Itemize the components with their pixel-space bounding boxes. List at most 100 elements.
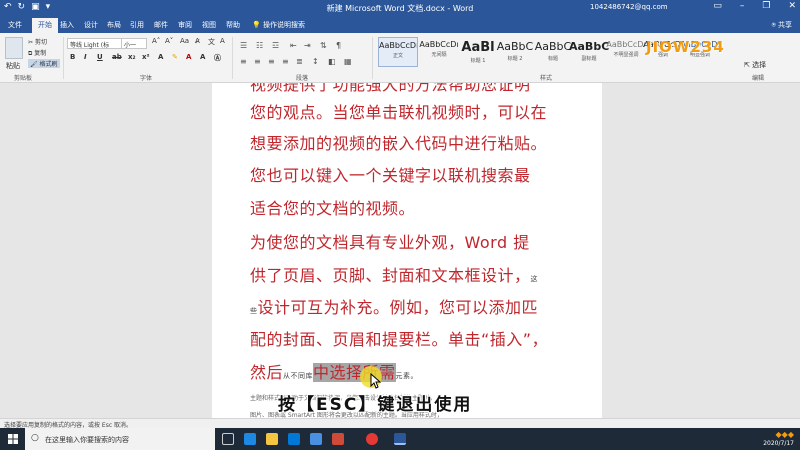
tab-design[interactable]: 设计 [84, 20, 98, 30]
windows-start-icon[interactable] [8, 434, 18, 444]
style-heading-2[interactable]: AaBbC 标题 2 [495, 37, 535, 67]
style-name: 标题 [547, 56, 558, 62]
style-subtle-emphasis[interactable]: AaBbCcDı 不明显强调 [606, 37, 646, 67]
style-sample: AaBbC [496, 40, 534, 53]
bold-icon[interactable]: B [70, 53, 75, 61]
tab-file[interactable]: 文件 [8, 20, 22, 30]
char-shading-icon[interactable]: A [200, 53, 205, 61]
style-subtitle[interactable]: AaBbC 副标题 [569, 37, 609, 67]
increase-indent-icon[interactable]: ⇥ [304, 41, 311, 50]
style-sample: AaBbCcDı [379, 41, 417, 50]
underline-icon[interactable]: U [97, 53, 103, 61]
show-marks-icon[interactable]: ¶ [336, 41, 341, 50]
align-left-icon[interactable]: ≡ [240, 57, 247, 66]
font-color-icon[interactable]: A [186, 53, 191, 61]
tab-help[interactable]: 帮助 [226, 20, 240, 30]
subscript-icon[interactable]: x₂ [128, 53, 136, 61]
justify-icon[interactable]: ≡ [282, 57, 289, 66]
share-button[interactable]: ⍟ 共享 [772, 20, 792, 30]
mail-icon[interactable] [310, 433, 322, 445]
copy-label: 复制 [34, 50, 47, 57]
style-no-spacing[interactable]: AaBbCcDı 无间隔 [419, 37, 459, 67]
italic-icon[interactable]: I [84, 53, 87, 61]
bullets-icon[interactable]: ☰ [240, 41, 247, 50]
enclose-char-icon[interactable]: Ⓐ [214, 53, 221, 63]
cut-button[interactable]: ✂ 剪切 [28, 37, 47, 46]
align-right-icon[interactable]: ≡ [268, 57, 275, 66]
file-explorer-icon[interactable] [266, 433, 278, 445]
restore-icon[interactable]: ❐ [762, 1, 770, 11]
mouse-pointer-icon [370, 373, 382, 389]
font-size-select[interactable]: 小一 [121, 38, 147, 49]
style-sample: AaBbCcDı [606, 40, 646, 49]
borders-icon[interactable]: ▦ [344, 57, 352, 66]
ribbon-tabs: 文件 开始 插入 设计 布局 引用 邮件 审阅 视图 帮助 💡 操作说明搜索 ⍟… [0, 17, 800, 33]
record-icon[interactable] [366, 433, 378, 445]
strikethrough-icon[interactable]: ab [112, 53, 122, 61]
clear-format-icon[interactable]: A̷ [195, 37, 200, 45]
account-name[interactable]: 1042486742@qq.com [590, 3, 668, 11]
shrink-font-icon[interactable]: A˅ [165, 37, 173, 45]
copy-button[interactable]: ⧉ 复制 [28, 48, 46, 58]
close-icon[interactable]: ✕ [788, 1, 796, 11]
search-icon: ○ [31, 433, 39, 443]
style-normal[interactable]: AaBbCcDı 正文 [378, 37, 418, 67]
paste-label[interactable]: 粘贴 [6, 61, 20, 71]
doc-line-7-small: 些 [250, 307, 258, 315]
app-icon[interactable] [332, 433, 344, 445]
tab-insert[interactable]: 插入 [60, 20, 74, 30]
char-border-icon[interactable]: A [220, 37, 225, 45]
ribbon-display-icon[interactable]: ▭ [713, 1, 722, 11]
numbering-icon[interactable]: ☷ [256, 41, 263, 50]
align-center-icon[interactable]: ≡ [254, 57, 261, 66]
store-icon[interactable] [288, 433, 300, 445]
doc-line-8: 配的封面、页眉和提要栏。单击“插入”， [250, 330, 549, 349]
selected-text[interactable]: 中选择所需 [313, 363, 396, 382]
style-heading-1[interactable]: AaBl 标题 1 [458, 37, 498, 67]
tab-home[interactable]: 开始 [32, 18, 58, 33]
paste-icon[interactable] [5, 37, 23, 59]
font-group-label: 字体 [140, 75, 153, 82]
line-spacing-icon[interactable]: ↕ [312, 57, 319, 66]
tell-me-search[interactable]: 💡 操作说明搜索 [252, 20, 305, 30]
change-case-icon[interactable]: Aa [180, 37, 189, 45]
tab-layout[interactable]: 布局 [107, 20, 121, 30]
styles-group-label: 样式 [540, 75, 553, 82]
phonetic-icon[interactable]: 文 [208, 37, 215, 47]
word-icon[interactable] [394, 433, 406, 445]
style-name: 标题 2 [507, 56, 523, 62]
lightbulb-icon: 💡 [252, 21, 263, 29]
superscript-icon[interactable]: x² [142, 53, 150, 61]
text-effects-icon[interactable]: A [158, 53, 163, 61]
format-painter-button[interactable]: 🖌 格式刷 [28, 59, 60, 68]
doc-line-9-tail: 元素。 [395, 372, 419, 380]
minimize-icon[interactable]: – [740, 1, 745, 11]
tray-date[interactable]: 2020/7/17 [763, 439, 794, 448]
video-caption: 按【ESC】键退出使用 [278, 395, 473, 415]
tab-review[interactable]: 审阅 [178, 20, 192, 30]
style-title[interactable]: AaBbC 标题 [533, 37, 573, 67]
grow-font-icon[interactable]: A˄ [152, 37, 160, 45]
tab-view[interactable]: 视图 [202, 20, 216, 30]
decrease-indent-icon[interactable]: ⇤ [290, 41, 297, 50]
edge-icon[interactable] [244, 433, 256, 445]
style-sample: AaBbCcDı [419, 40, 459, 49]
task-view-icon[interactable] [222, 433, 234, 445]
window-controls: ▭ – ❐ ✕ [713, 1, 796, 11]
taskbar: ○ 在这里输入你要搜索的内容 ◆◆◆ 2020/7/17 [0, 428, 800, 450]
doc-line-5: 为使您的文档具有专业外观，Word 提 [250, 233, 530, 252]
doc-line-3: 您也可以键入一个关键字以联机搜索最 [250, 166, 531, 185]
shading-icon[interactable]: ◧ [328, 57, 336, 66]
sort-icon[interactable]: ⇅ [320, 41, 327, 50]
distributed-icon[interactable]: ≣ [296, 57, 303, 66]
highlight-icon[interactable]: ✎ [172, 53, 178, 61]
tab-references[interactable]: 引用 [130, 20, 144, 30]
scissors-icon: ✂ [28, 39, 35, 46]
select-button[interactable]: ⇱ 选择 [744, 60, 766, 70]
multilevel-list-icon[interactable]: ☲ [272, 41, 279, 50]
taskbar-search[interactable]: ○ 在这里输入你要搜索的内容 [25, 428, 215, 450]
ribbon: 粘贴 ✂ 剪切 ⧉ 复制 🖌 格式刷 剪贴板 等线 Light (标 小一 A˄… [0, 33, 800, 83]
style-name: 正文 [392, 53, 403, 59]
tab-mailings[interactable]: 邮件 [154, 20, 168, 30]
document-page[interactable]: 视频提供了功能强大的方法帮助您证明 您的观点。当您单击联机视频时，可以在 想要添… [212, 83, 602, 418]
